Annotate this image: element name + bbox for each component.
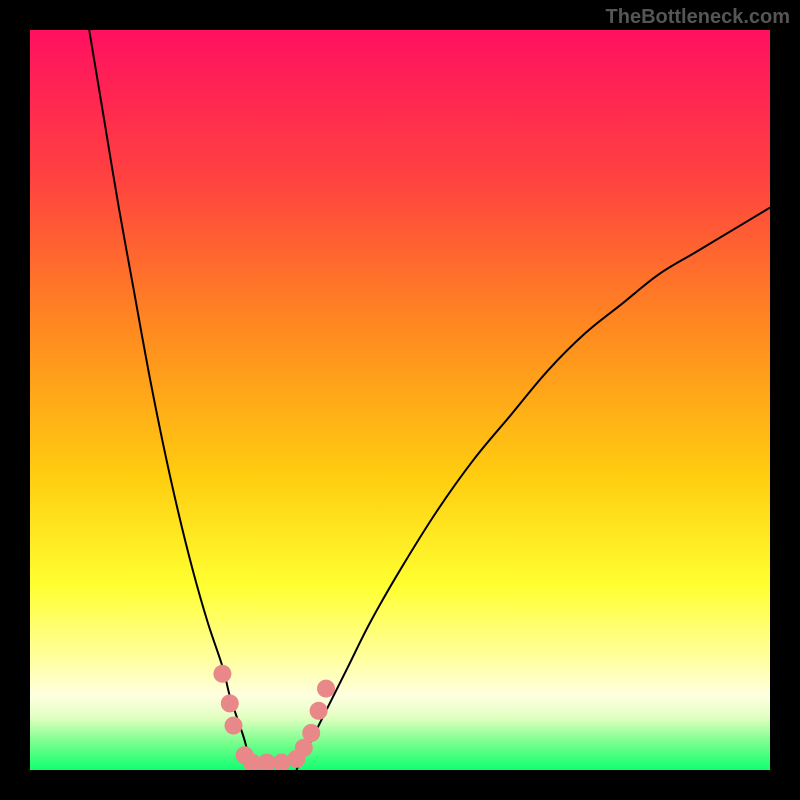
scatter-dot bbox=[310, 702, 328, 720]
chart-area bbox=[30, 30, 770, 770]
scatter-dot bbox=[317, 680, 335, 698]
scatter-dot bbox=[221, 694, 239, 712]
scatter-dot bbox=[213, 665, 231, 683]
watermark-text: TheBottleneck.com bbox=[606, 6, 790, 29]
scatter-overlay bbox=[30, 30, 770, 770]
bottleneck-dots bbox=[213, 665, 335, 770]
scatter-dot bbox=[302, 724, 320, 742]
scatter-dot bbox=[225, 717, 243, 735]
